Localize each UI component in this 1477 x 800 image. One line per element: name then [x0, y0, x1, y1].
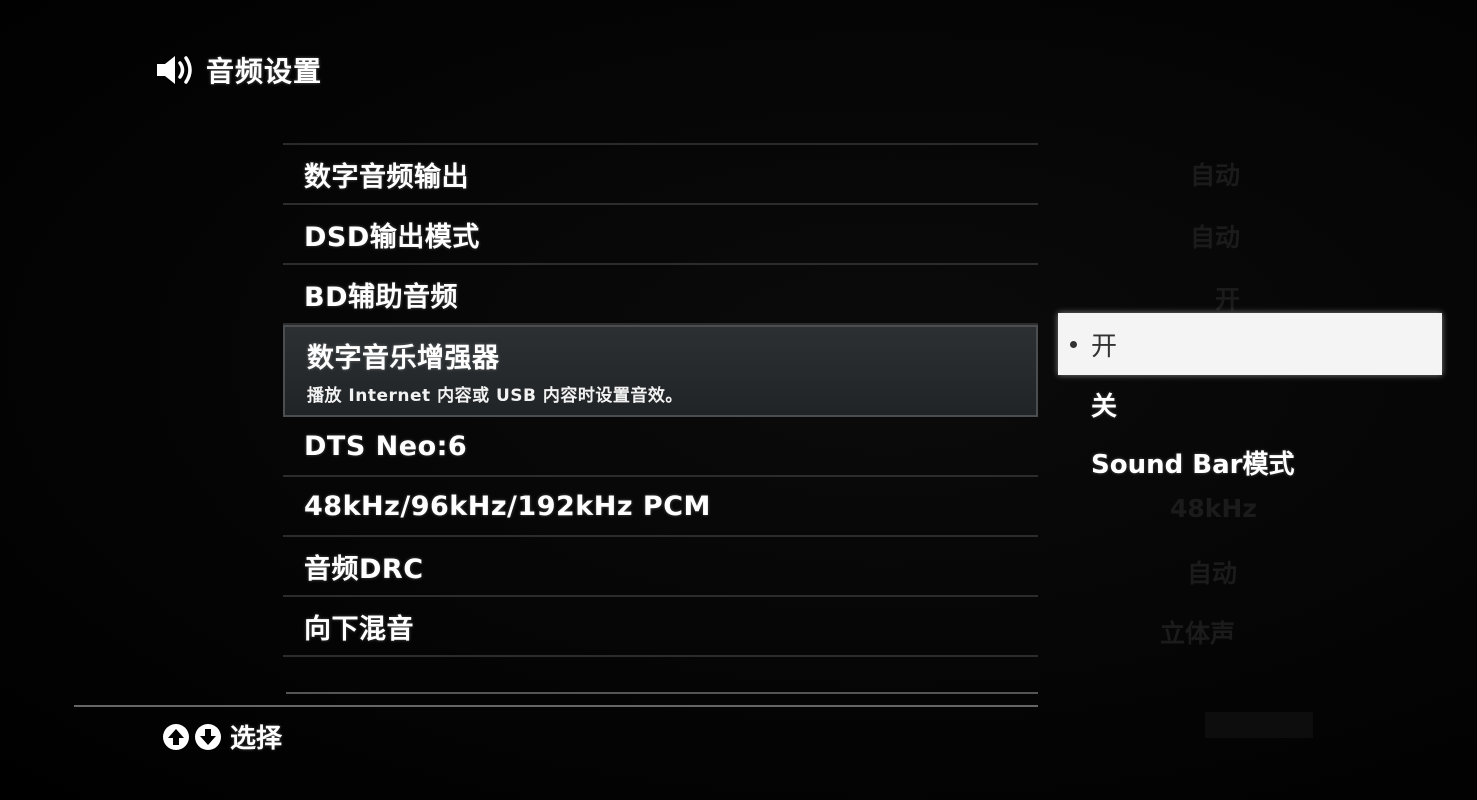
- option-sound-bar-mode[interactable]: Sound Bar模式: [1058, 433, 1442, 491]
- menu-item-label: 数字音频输出: [304, 161, 469, 193]
- bullet-icon: [1070, 340, 1077, 348]
- arrow-down-icon: [195, 723, 221, 750]
- footer-divider: [74, 705, 1038, 707]
- menu-item-label: DTS Neo:6: [304, 430, 468, 462]
- menu-item-digital-music-enhancer[interactable]: 数字音乐增强器 播放 Internet 内容或 USB 内容时设置音效。: [283, 325, 1038, 417]
- settings-menu: 数字音频输出 DSD输出模式 BD辅助音频 数字音乐增强器 播放 Interne…: [283, 143, 1038, 657]
- option-label: Sound Bar模式: [1091, 449, 1295, 480]
- menu-item-label: 音频DRC: [304, 553, 424, 585]
- menu-item-label: BD辅助音频: [304, 281, 458, 313]
- menu-item-downmix[interactable]: 向下混音: [283, 597, 1038, 657]
- option-list: 开 关 Sound Bar模式: [1058, 313, 1442, 491]
- menu-item-label: DSD输出模式: [304, 221, 480, 253]
- footer-placeholder: [1205, 712, 1313, 738]
- menu-item-dts-neo6[interactable]: DTS Neo:6: [283, 417, 1038, 477]
- menu-item-bd-secondary-audio[interactable]: BD辅助音频: [283, 265, 1038, 325]
- value-pcm-rate: 48kHz: [1170, 494, 1257, 523]
- menu-item-label: 数字音乐增强器: [307, 343, 500, 374]
- menu-item-audio-drc[interactable]: 音频DRC: [283, 537, 1038, 597]
- page-title: 音频设置: [206, 55, 323, 88]
- menu-divider: [286, 692, 1038, 694]
- arrow-up-icon: [163, 723, 189, 750]
- menu-item-label: 48kHz/96kHz/192kHz PCM: [304, 490, 711, 522]
- value-audio-drc: 自动: [1187, 559, 1238, 588]
- menu-item-pcm-rate[interactable]: 48kHz/96kHz/192kHz PCM: [283, 477, 1038, 537]
- value-digital-audio-out: 自动: [1190, 161, 1241, 190]
- screen: 音频设置 数字音频输出 DSD输出模式 BD辅助音频 数字音乐增强器 播放 In…: [0, 0, 1477, 800]
- menu-item-description: 播放 Internet 内容或 USB 内容时设置音效。: [307, 386, 683, 406]
- speaker-icon: [157, 56, 192, 84]
- header: 音频设置: [154, 48, 322, 92]
- menu-item-label: 向下混音: [304, 613, 414, 645]
- menu-item-digital-audio-out[interactable]: 数字音频输出: [283, 145, 1038, 205]
- option-label: 开: [1091, 331, 1118, 362]
- option-label: 关: [1091, 391, 1118, 422]
- option-off[interactable]: 关: [1058, 375, 1442, 433]
- option-on[interactable]: 开: [1058, 313, 1442, 375]
- footer-hint: 选择: [230, 724, 283, 754]
- footer: 选择: [162, 718, 282, 755]
- value-bd-secondary-audio: 开: [1215, 285, 1241, 314]
- value-downmix: 立体声: [1160, 619, 1236, 648]
- menu-item-dsd-output-mode[interactable]: DSD输出模式: [283, 205, 1038, 265]
- value-dsd-output-mode: 自动: [1190, 223, 1241, 252]
